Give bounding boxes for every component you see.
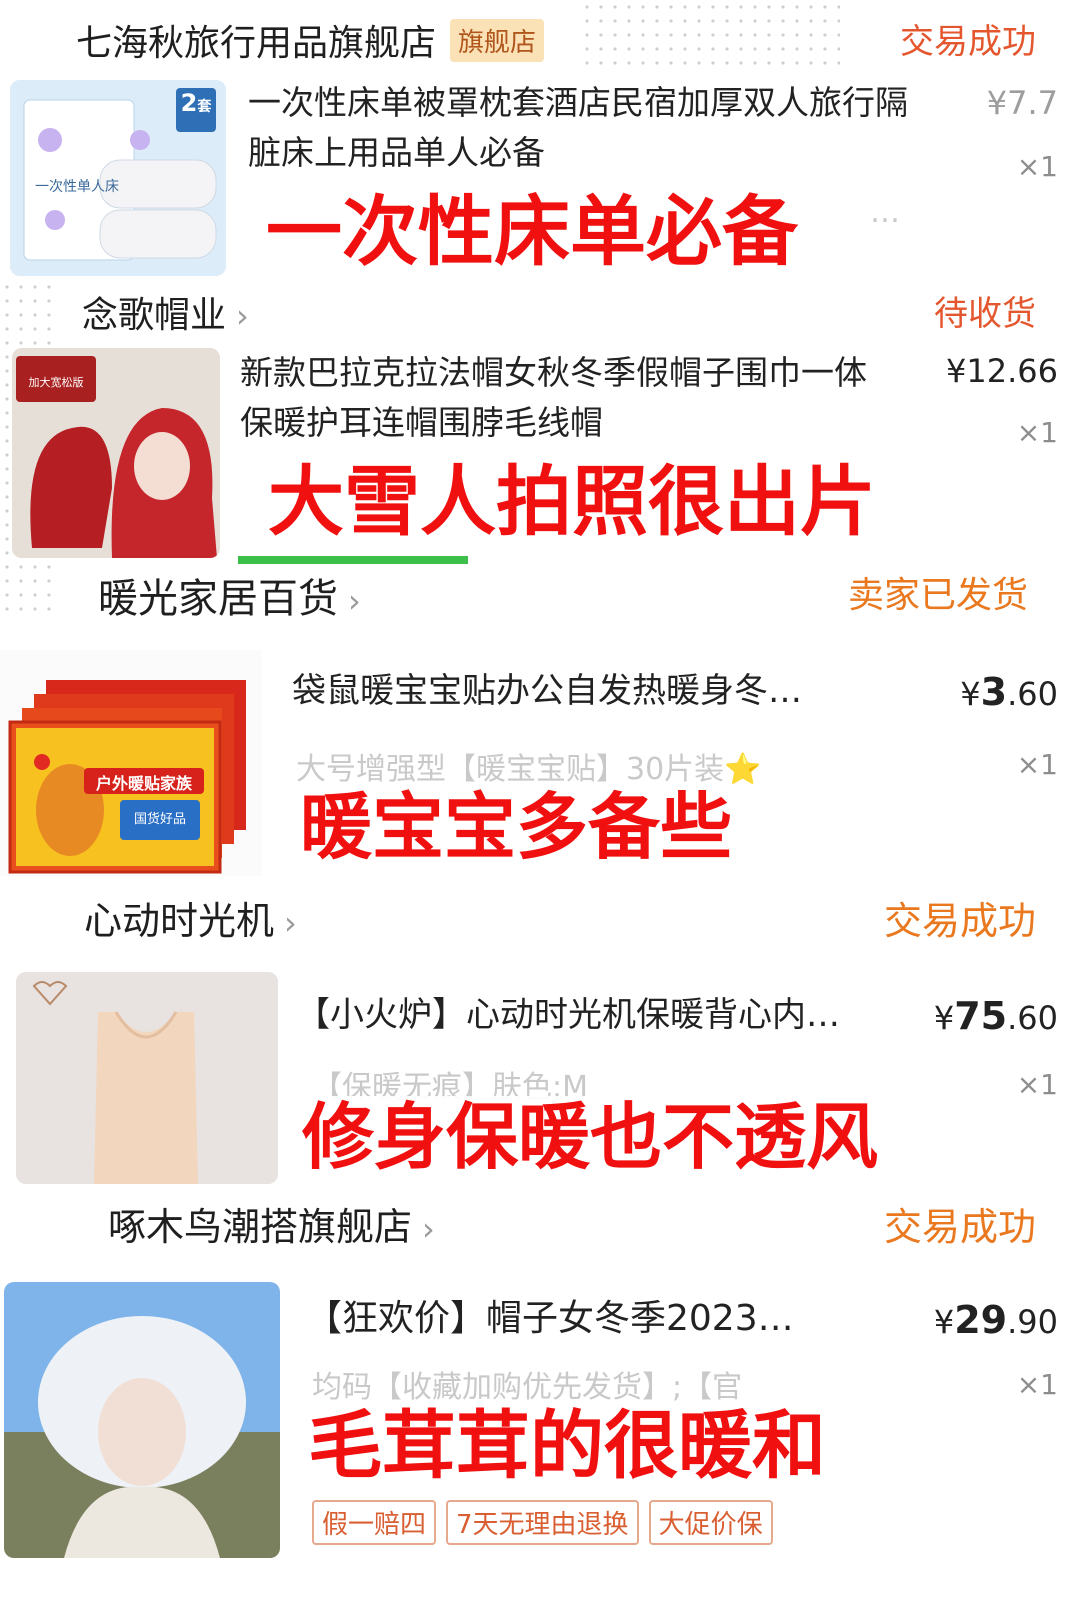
caption-overlay: 一次性床单必备 bbox=[260, 188, 804, 275]
product-spec: 大号增强型【暖宝宝贴】30片装⭐ bbox=[296, 752, 762, 787]
fur-hat-photo bbox=[4, 1282, 280, 1558]
service-tag: 假一赔四 bbox=[312, 1500, 437, 1545]
product-thumbnail[interactable]: 加大宽松版 bbox=[12, 348, 220, 558]
order-status: 交易成功 bbox=[883, 1205, 1036, 1249]
product-price: ¥29.90 bbox=[933, 1298, 1058, 1342]
caption-overlay: 修身保暖也不透风 bbox=[296, 1096, 885, 1179]
product-price: ¥12.66 bbox=[946, 352, 1058, 390]
product-quantity: ×1 bbox=[1016, 1068, 1058, 1101]
product-quantity: ×1 bbox=[1016, 748, 1058, 781]
shop-name-label: 心动时光机 bbox=[84, 899, 275, 943]
product-price: ¥75.60 bbox=[933, 994, 1058, 1038]
thermal-vest-image bbox=[16, 972, 278, 1184]
service-tag: 7天无理由退换 bbox=[446, 1500, 639, 1545]
caption-overlay: 大雪人拍照很出片 bbox=[262, 458, 882, 545]
shop-name[interactable]: 心动时光机 › bbox=[84, 890, 297, 945]
flagship-badge: 旗舰店 bbox=[450, 19, 545, 62]
product-thumbnail[interactable]: 户外暖贴家族 国货好品 bbox=[0, 650, 262, 876]
caption-overlay: 毛茸茸的很暖和 bbox=[302, 1403, 832, 1490]
shop-name-label: 念歌帽业 bbox=[82, 295, 227, 336]
product-title[interactable]: 【小火炉】心动时光机保暖背心内… bbox=[296, 990, 888, 1040]
shop-name-label: 暖光家居百货 bbox=[98, 576, 338, 622]
service-tag: 大促价保 bbox=[648, 1500, 773, 1545]
product-quantity: ×1 bbox=[1016, 150, 1058, 183]
shop-name[interactable]: 七海秋旅行用品旗舰店 旗舰店 bbox=[76, 14, 545, 66]
background-pattern bbox=[580, 0, 840, 70]
shop-name-label: 七海秋旅行用品旗舰店 bbox=[76, 23, 437, 64]
order-status: 交易成功 bbox=[883, 899, 1036, 943]
chevron-right-icon: › bbox=[236, 297, 249, 335]
service-tags: 假一赔四 7天无理由退换 大促价保 bbox=[312, 1500, 783, 1545]
chevron-right-icon: › bbox=[422, 1210, 435, 1248]
product-title[interactable]: 【狂欢价】帽子女冬季2023… bbox=[306, 1294, 876, 1344]
package-label: 一次性单人床 bbox=[35, 179, 119, 195]
order-status: 交易成功 bbox=[900, 22, 1036, 62]
product-title[interactable]: 新款巴拉克拉法帽女秋冬季假帽子围巾一体保暖护耳连帽围脖毛线帽 bbox=[240, 348, 880, 448]
product-title[interactable]: 一次性床单被罩枕套酒店民宿加厚双人旅行隔脏床上用品单人必备 bbox=[248, 78, 938, 178]
order-status: 待收货 bbox=[934, 294, 1036, 334]
chevron-right-icon: › bbox=[284, 904, 297, 942]
chevron-right-icon: › bbox=[348, 582, 361, 620]
heat-pack-brand: 户外暖贴家族 bbox=[95, 774, 192, 793]
shop-name-label: 啄木鸟潮搭旗舰店 bbox=[108, 1205, 413, 1249]
product-thumbnail[interactable]: 2套 一次性单人床 bbox=[10, 80, 226, 276]
product-thumbnail[interactable] bbox=[4, 1282, 280, 1558]
product-spec: … bbox=[870, 195, 900, 230]
heat-pack-image bbox=[8, 680, 246, 874]
thumbnail-label: 加大宽松版 bbox=[28, 376, 84, 389]
order-status: 卖家已发货 bbox=[847, 575, 1028, 616]
package-count: 2套 bbox=[180, 89, 212, 117]
product-quantity: ×1 bbox=[1016, 1368, 1058, 1401]
product-price: ¥3.60 bbox=[960, 670, 1058, 714]
heat-pack-subtitle: 国货好品 bbox=[133, 812, 186, 827]
product-title[interactable]: 袋鼠暖宝宝贴办公自发热暖身冬… bbox=[292, 666, 886, 716]
product-thumbnail[interactable] bbox=[16, 972, 278, 1184]
product-price: ¥7.7 bbox=[986, 84, 1058, 122]
shop-name[interactable]: 啄木鸟潮搭旗舰店 › bbox=[108, 1196, 435, 1251]
shop-name[interactable]: 念歌帽业 › bbox=[82, 286, 249, 338]
shop-name[interactable]: 暖光家居百货 › bbox=[98, 566, 361, 624]
product-spec: 均码【收藏加购优先发货】;【官 bbox=[312, 1370, 743, 1405]
product-quantity: ×1 bbox=[1016, 416, 1058, 449]
caption-overlay: 暖宝宝多备些 bbox=[294, 786, 739, 869]
